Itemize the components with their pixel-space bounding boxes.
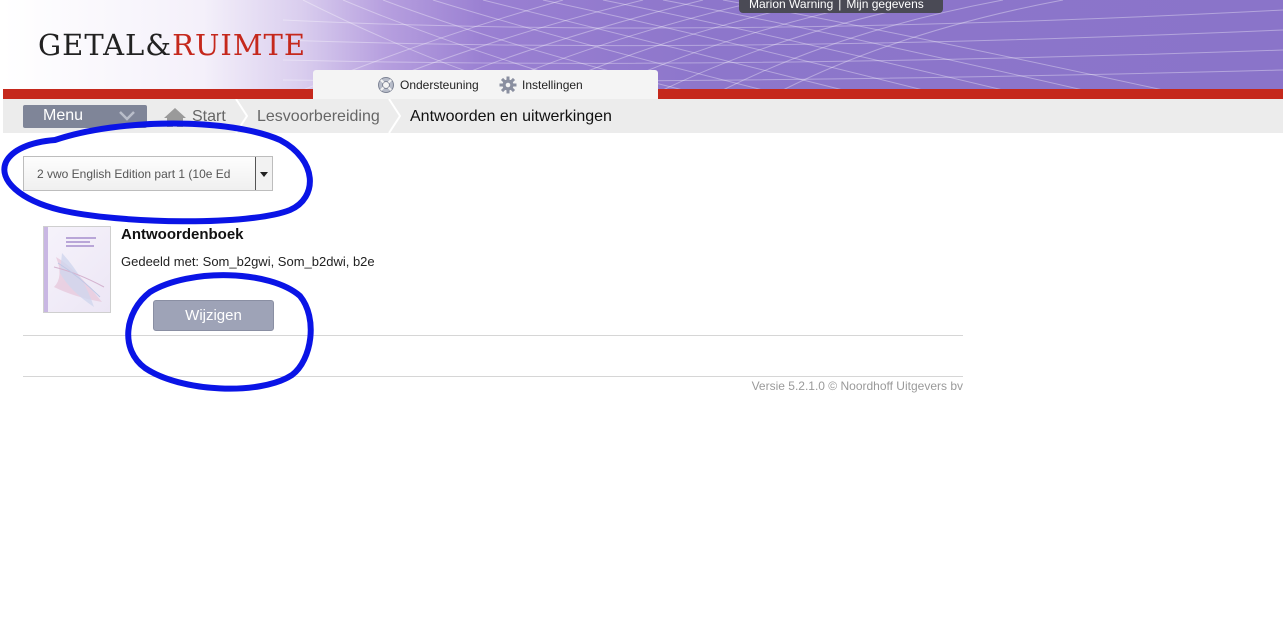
lifebuoy-icon [378,77,394,93]
method-select-value: 2 vwo English Edition part 1 (10e Ed [37,167,231,181]
shared-with-text: Gedeeld met: Som_b2gwi, Som_b2dwi, b2e [121,254,375,269]
book-title[interactable]: Antwoordenboek [121,226,244,243]
dropdown-arrow-icon[interactable] [255,157,272,190]
breadcrumb-separator [388,99,402,133]
user-bar-separator: | [838,0,842,11]
annotation-circle-button [125,272,314,392]
divider [23,335,963,336]
breadcrumb-separator [235,99,249,133]
account-link[interactable]: Mijn gegevens [846,0,923,11]
version-text: Versie 5.2.1.0 © Noordhoff Uitgevers bv [751,379,963,393]
edit-button[interactable]: Wijzigen [153,300,274,331]
book-cover-art [44,227,105,312]
logo-text-black: GETAL& [38,28,173,62]
home-icon[interactable] [163,106,187,128]
breadcrumb-start[interactable]: Start [192,108,226,126]
tools-tab: Ondersteuning Instellingen [313,70,658,99]
breadcrumb-lesvoorbereiding[interactable]: Lesvoorbereiding [257,108,380,126]
logo[interactable]: GETAL&RUIMTE [38,28,306,62]
footer-divider [23,376,963,377]
user-bar: Marion Warning | Mijn gegevens [739,0,943,13]
page: GETAL&RUIMTE Marion Warning | Mijn gegeven… [0,0,1283,634]
book-cover-image [43,226,111,313]
gear-icon [499,76,517,94]
menu-button[interactable]: Menu [23,105,147,128]
chevron-down-icon [119,111,135,121]
support-label: Ondersteuning [400,78,479,92]
menu-label: Menu [43,107,84,124]
user-name[interactable]: Marion Warning [749,0,833,11]
settings-label: Instellingen [522,78,583,92]
settings-link[interactable]: Instellingen [499,76,583,94]
logo-text-red: RUIMTE [172,28,307,62]
breadcrumb-current: Antwoorden en uitwerkingen [410,108,612,125]
support-link[interactable]: Ondersteuning [377,76,479,94]
method-select[interactable]: 2 vwo English Edition part 1 (10e Ed [23,156,273,191]
